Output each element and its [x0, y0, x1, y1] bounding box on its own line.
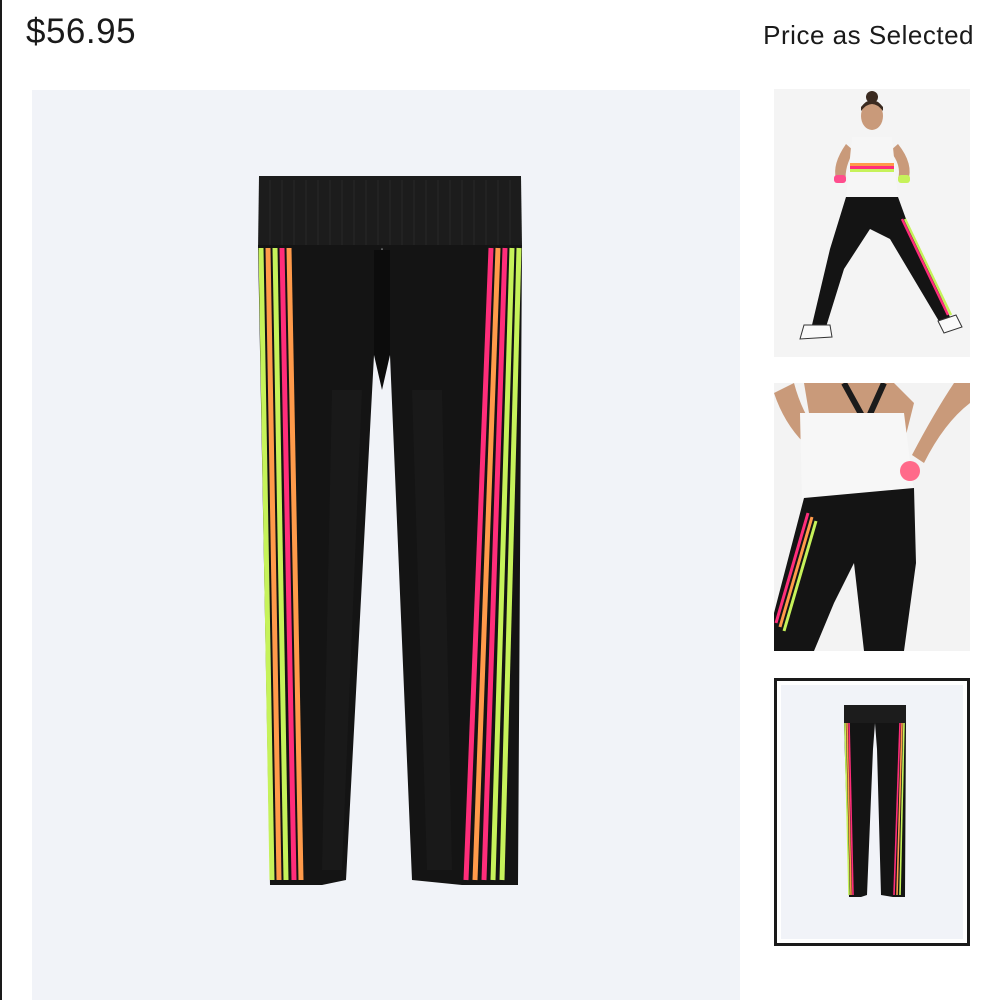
thumbnail-model-back[interactable]: [774, 383, 970, 651]
thumbnail-flat-lay-selected[interactable]: [774, 678, 970, 946]
thumbnail-image-wrapper: [781, 685, 963, 939]
main-product-image[interactable]: [32, 90, 740, 1000]
model-back-image: [774, 383, 970, 651]
price: $56.95: [26, 12, 137, 51]
left-border: [0, 0, 2, 1000]
price-note: Price as Selected: [763, 20, 974, 50]
model-front-image: [799, 91, 963, 340]
leggings-flat-lay-thumb: [844, 705, 906, 897]
leggings-flat-lay-image: [258, 176, 522, 885]
thumbnail-model-front[interactable]: [774, 89, 970, 357]
